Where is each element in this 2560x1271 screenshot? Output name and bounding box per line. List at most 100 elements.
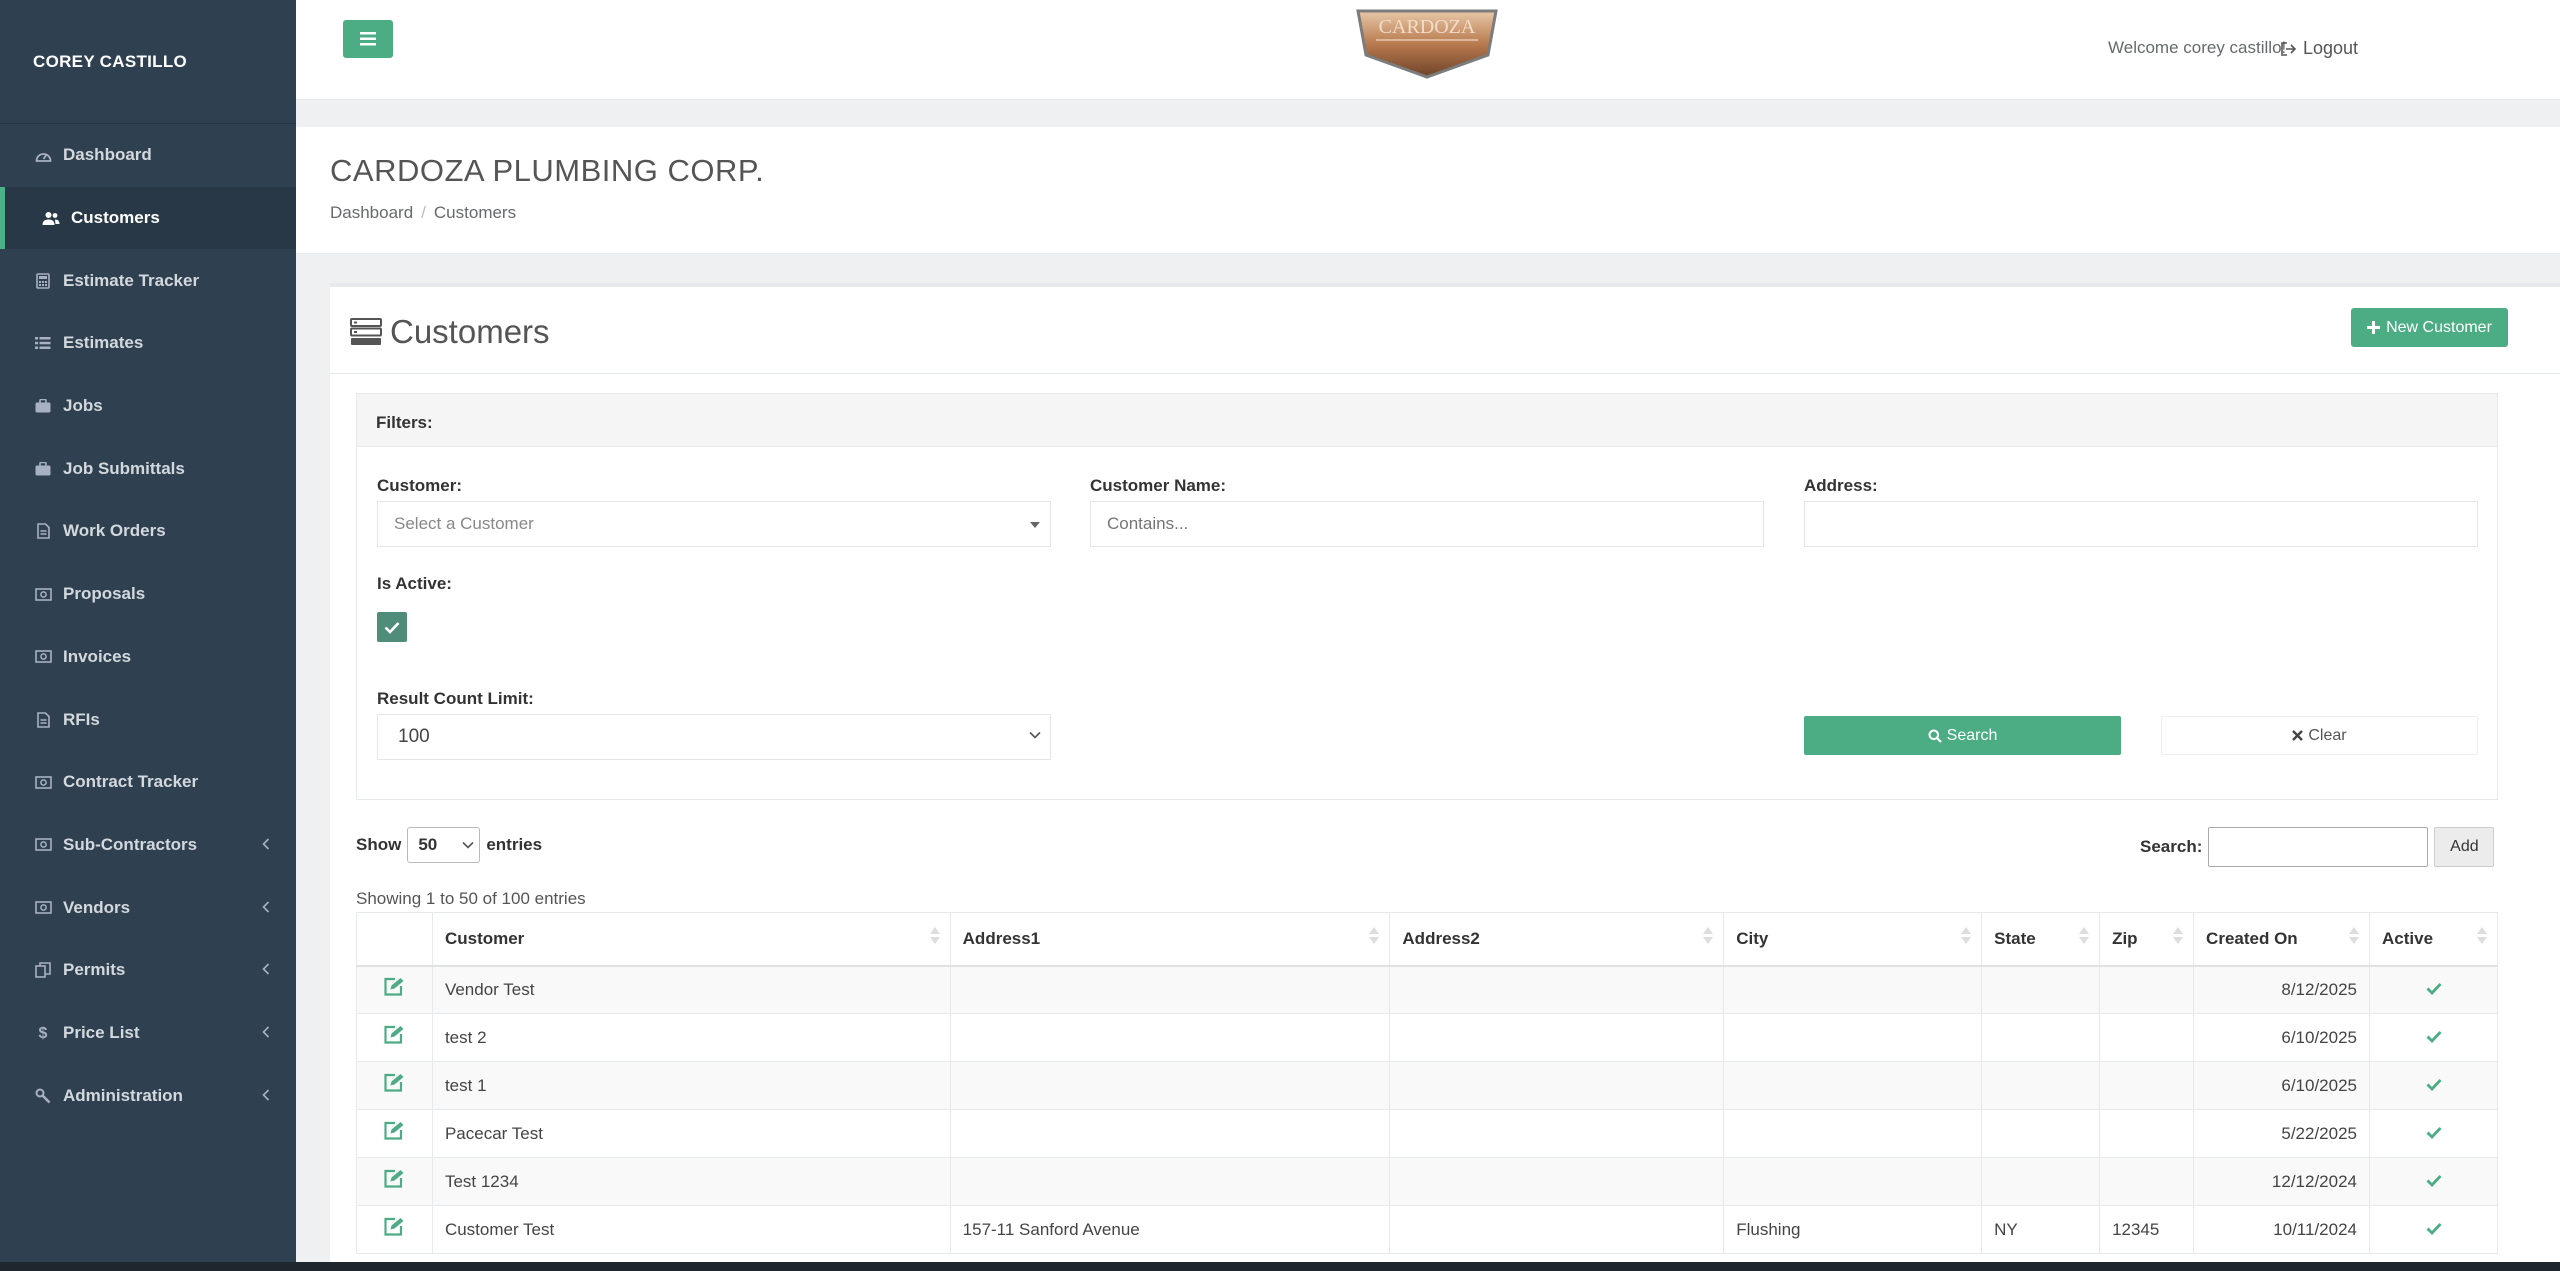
- address2-cell: [1389, 1013, 1725, 1062]
- clear-button[interactable]: Clear: [2161, 716, 2478, 755]
- sidebar-item-label: Estimate Tracker: [63, 270, 200, 290]
- state-cell: [1981, 1157, 2101, 1206]
- address2-cell: [1389, 1157, 1725, 1206]
- money-icon: [33, 836, 53, 854]
- clear-button-label: Clear: [2308, 726, 2347, 744]
- check-icon: [2426, 1028, 2442, 1047]
- created-on-cell: 10/11/2024: [2193, 1205, 2370, 1254]
- edit-icon[interactable]: [383, 1169, 405, 1193]
- customer-cell: Test 1234: [431, 1157, 951, 1206]
- entries-select-value: 50: [418, 835, 438, 854]
- column-header-address2[interactable]: Address2: [1389, 912, 1725, 967]
- breadcrumb-dashboard[interactable]: Dashboard: [330, 203, 413, 223]
- customer-name-input[interactable]: [1090, 501, 1764, 547]
- chevron-down-icon: [1029, 731, 1041, 739]
- sidebar-item-label: Invoices: [63, 646, 132, 666]
- column-header-active[interactable]: Active: [2369, 912, 2498, 967]
- table-row: Vendor Test 8/12/2025: [356, 965, 2498, 1014]
- page-heading: CARDOZA PLUMBING CORP. Dashboard / Custo…: [296, 127, 2560, 254]
- add-button[interactable]: Add: [2434, 827, 2495, 867]
- state-cell: [1981, 1109, 2101, 1158]
- table-row: test 1 6/10/2025: [356, 1061, 2498, 1110]
- column-header-address1[interactable]: Address1: [949, 912, 1391, 967]
- zip-cell: 12345: [2099, 1205, 2195, 1254]
- column-header-customer[interactable]: Customer: [431, 912, 951, 967]
- column-header-label: Created On: [2206, 928, 2298, 948]
- edit-icon[interactable]: [383, 1073, 405, 1097]
- search-button-label: Search: [1946, 726, 1998, 744]
- active-cell: [2369, 965, 2498, 1014]
- city-cell: Flushing: [1723, 1205, 1983, 1254]
- zip-cell: [2099, 1013, 2195, 1062]
- entries-select[interactable]: 50: [407, 827, 481, 863]
- edit-icon[interactable]: [383, 978, 405, 1001]
- customer-select[interactable]: Select a Customer: [377, 501, 1051, 547]
- column-header-zip[interactable]: Zip: [2099, 912, 2195, 967]
- check-icon: [384, 621, 400, 634]
- column-header-state[interactable]: State: [1981, 912, 2101, 967]
- sidebar-item-estimate-tracker[interactable]: Estimate Tracker: [0, 249, 296, 312]
- active-cell: [2369, 1205, 2498, 1254]
- sidebar-item-label: Price List: [63, 1022, 140, 1042]
- check-icon: [2426, 1076, 2442, 1095]
- customer-cell: Pacecar Test: [431, 1109, 951, 1158]
- sidebar-item-sub-contractors[interactable]: Sub-Contractors: [0, 814, 296, 877]
- chevron-left-icon: [262, 1086, 270, 1106]
- sidebar-item-contract-tracker[interactable]: Contract Tracker: [0, 751, 296, 814]
- result-limit-label: Result Count Limit:: [377, 689, 534, 708]
- sidebar-item-jobs[interactable]: Jobs: [0, 375, 296, 438]
- sidebar-item-dashboard[interactable]: Dashboard: [0, 124, 296, 187]
- dollar-icon: $: [33, 1024, 53, 1042]
- sidebar-item-invoices[interactable]: Invoices: [0, 626, 296, 689]
- sidebar-item-label: Job Submittals: [63, 458, 185, 478]
- sidebar-item-rfis[interactable]: RFIs: [0, 688, 296, 751]
- sidebar-item-proposals[interactable]: Proposals: [0, 563, 296, 626]
- bottom-edge: [0, 1262, 2560, 1271]
- new-customer-button[interactable]: New Customer: [2351, 308, 2508, 347]
- check-icon: [2426, 1172, 2442, 1191]
- column-header-label: State: [1994, 928, 2036, 948]
- logout-link[interactable]: Logout: [2281, 38, 2358, 59]
- created-on-cell: 6/10/2025: [2193, 1013, 2370, 1062]
- show-entries-control: Show 50 entries: [356, 827, 542, 863]
- check-icon: [2426, 980, 2442, 999]
- address-input[interactable]: [1804, 501, 2478, 547]
- column-header-city[interactable]: City: [1723, 912, 1983, 967]
- sidebar-item-administration[interactable]: Administration: [0, 1064, 296, 1127]
- edit-icon[interactable]: [383, 1025, 405, 1049]
- money-icon: [33, 648, 53, 666]
- check-icon: [2426, 1220, 2442, 1239]
- breadcrumb: Dashboard / Customers: [330, 203, 516, 223]
- is-active-checkbox[interactable]: [377, 612, 407, 642]
- address1-cell: [949, 1013, 1391, 1062]
- table-row: Pacecar Test 5/22/2025: [356, 1109, 2498, 1158]
- table-search-input[interactable]: [2208, 827, 2429, 867]
- active-cell: [2369, 1109, 2498, 1158]
- search-button[interactable]: Search: [1804, 716, 2121, 755]
- menu-toggle-button[interactable]: [343, 20, 393, 58]
- edit-icon[interactable]: [383, 1121, 405, 1145]
- sidebar-item-job-submittals[interactable]: Job Submittals: [0, 437, 296, 500]
- sidebar-item-estimates[interactable]: Estimates: [0, 312, 296, 375]
- sidebar-item-price-list[interactable]: $ Price List: [0, 1002, 296, 1065]
- customer-select-placeholder: Select a Customer: [394, 514, 534, 533]
- sidebar-item-permits[interactable]: Permits: [0, 939, 296, 1002]
- edit-icon[interactable]: [383, 1217, 405, 1241]
- result-limit-select[interactable]: 100: [377, 714, 1051, 760]
- column-header-created-on[interactable]: Created On: [2193, 912, 2370, 967]
- customer-cell: test 2: [431, 1013, 951, 1062]
- logo-text: CARDOZA: [1379, 16, 1476, 38]
- city-cell: [1723, 1013, 1983, 1062]
- sidebar-item-customers[interactable]: Customers: [0, 186, 296, 250]
- sidebar-item-vendors[interactable]: Vendors: [0, 876, 296, 939]
- sidebar-item-work-orders[interactable]: Work Orders: [0, 500, 296, 563]
- state-cell: NY: [1981, 1205, 2101, 1254]
- city-cell: [1723, 1061, 1983, 1110]
- sidebar-item-label: Sub-Contractors: [63, 834, 198, 854]
- sort-icon: [2477, 927, 2487, 944]
- calculator-icon: [33, 272, 53, 290]
- copy-icon: [33, 961, 53, 979]
- sort-icon: [2173, 927, 2184, 944]
- table-body: Vendor Test 8/12/2025 test 2 6/10/2025 test …: [356, 965, 2498, 1254]
- active-cell: [2369, 1157, 2498, 1206]
